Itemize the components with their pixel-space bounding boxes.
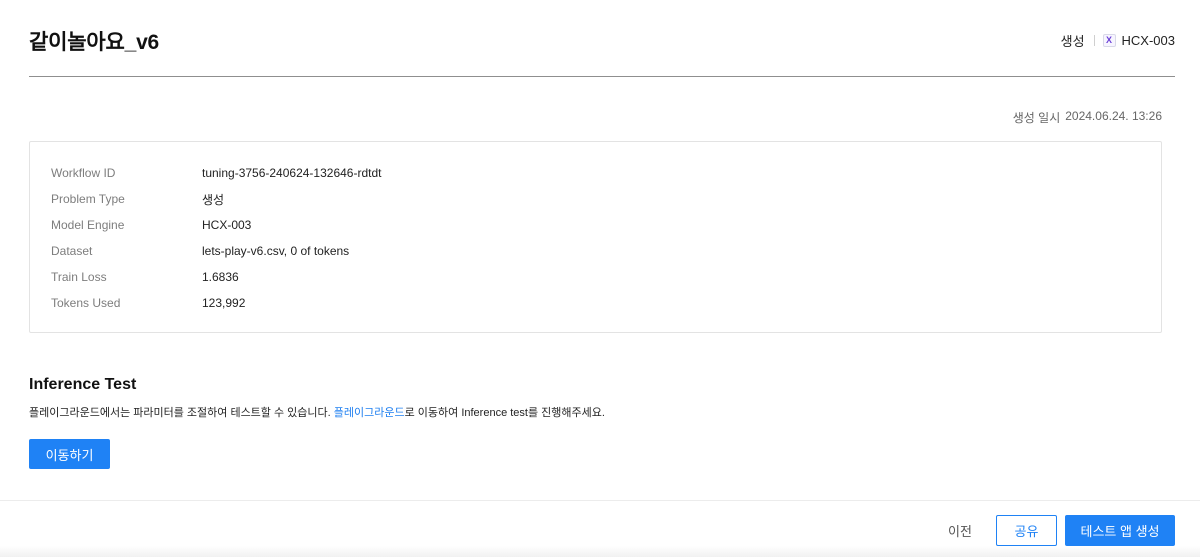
page-header: 같이놀아요_v6 생성 X HCX-003: [29, 0, 1175, 77]
info-value: tuning-3756-240624-132646-rdtdt: [202, 166, 382, 180]
info-value: 1.6836: [202, 270, 239, 284]
page-title: 같이놀아요_v6: [29, 31, 160, 54]
info-label: Dataset: [51, 244, 93, 258]
inference-test-description: 플레이그라운드에서는 파라미터를 조절하여 테스트할 수 있습니다. 플레이그라…: [29, 404, 605, 420]
created-at: 생성 일시 2024.06.24. 13:26: [1013, 109, 1162, 126]
info-label: Train Loss: [51, 270, 107, 284]
inference-desc-text: 플레이그라운드에서는 파라미터를 조절하여 테스트할 수 있습니다.: [29, 407, 334, 419]
info-row-dataset: Dataset lets-play-v6.csv, 0 of tokens: [51, 243, 349, 259]
info-value: HCX-003: [202, 218, 252, 232]
previous-button[interactable]: 이전: [938, 516, 982, 544]
info-value: 생성: [202, 192, 225, 207]
info-label: Problem Type: [51, 192, 125, 206]
info-row-train-loss: Train Loss 1.6836: [51, 269, 239, 285]
info-row-tokens-used: Tokens Used 123,992: [51, 295, 245, 311]
info-label: Model Engine: [51, 218, 125, 232]
info-row-workflow-id: Workflow ID tuning-3756-240624-132646-rd…: [51, 165, 381, 181]
playground-link[interactable]: 플레이그라운드: [334, 407, 405, 419]
info-label: Tokens Used: [51, 296, 121, 310]
inference-test-title: Inference Test: [29, 376, 137, 393]
create-test-app-button[interactable]: 테스트 앱 생성: [1065, 515, 1175, 546]
share-button[interactable]: 공유: [996, 515, 1057, 546]
created-at-value: 2024.06.24. 13:26: [1065, 109, 1162, 123]
workflow-info-card: Workflow ID tuning-3756-240624-132646-rd…: [29, 141, 1162, 333]
inference-desc-text-tail: 로 이동하여 Inference test를 진행해주세요.: [404, 407, 605, 419]
hyperclova-x-icon: X: [1102, 34, 1116, 47]
engine-label: HCX-003: [1121, 33, 1175, 48]
task-type-label: 생성: [1060, 34, 1085, 49]
header-divider: [1093, 35, 1095, 46]
info-value: 123,992: [202, 296, 246, 310]
info-label: Workflow ID: [51, 166, 116, 180]
header-meta: 생성 X HCX-003: [1061, 31, 1175, 50]
info-row-problem-type: Problem Type 생성: [51, 191, 224, 207]
info-value: lets-play-v6.csv, 0 of tokens: [202, 244, 350, 258]
footer-action-bar: 이전 공유 테스트 앱 생성: [0, 500, 1200, 557]
info-row-model-engine: Model Engine HCX-003: [51, 217, 251, 233]
go-to-playground-button[interactable]: 이동하기: [29, 439, 110, 469]
created-at-label: 생성 일시: [1012, 111, 1061, 125]
